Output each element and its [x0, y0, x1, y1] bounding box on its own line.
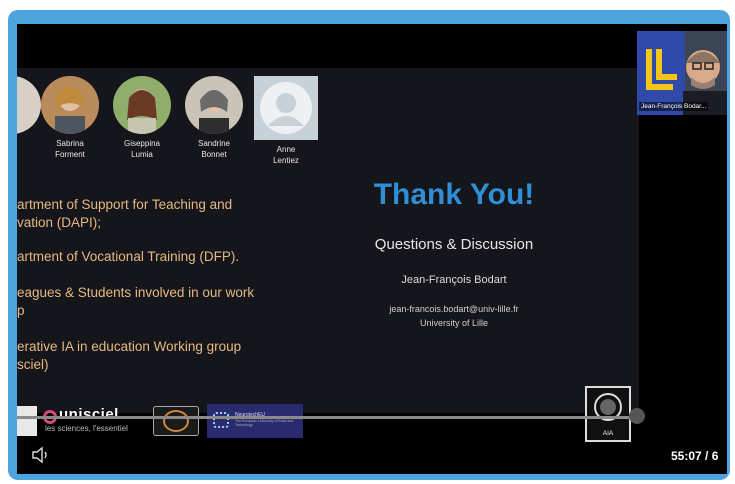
aia-label: AIA: [602, 430, 614, 437]
progress-fill: [17, 416, 633, 419]
aia-emblem-icon: [594, 393, 622, 421]
contributor-name: Sandrine Bonnet: [197, 139, 231, 159]
progress-scrubber[interactable]: [629, 408, 645, 424]
bullet-line: erative IA in education Working group: [17, 339, 242, 354]
volume-icon[interactable]: [31, 446, 51, 464]
screenshot-frame: Sabrina Forment Giseppina Lumia Sandrine Bo…: [0, 0, 735, 484]
aia-logo-badge: AIA: [585, 386, 631, 442]
neurotech-logo: NeurotechEU The European University of B…: [207, 404, 303, 438]
bullet-line: vation (DAPI);: [17, 215, 102, 230]
author-affiliation: University of Lille: [419, 318, 489, 328]
contributor-name: Sabrina Forment: [55, 139, 85, 159]
bullet-line: artment of Support for Teaching and: [17, 197, 233, 212]
unisciel-logo: unisciel les sciences, l'essentiel: [43, 406, 128, 433]
contributor-name: Anne Lentiez: [273, 145, 299, 165]
contributor-photo: [113, 76, 171, 134]
author-email: jean-francois.bodart@univ-lille.fr: [389, 304, 519, 314]
contributor-name: Giseppina Lumia: [123, 139, 161, 159]
neurotech-icon: [213, 412, 229, 428]
partner-logos: unisciel les sciences, l'essentiel Neuro…: [17, 402, 317, 442]
contributors-row: Sabrina Forment Giseppina Lumia Sandrine Bo…: [17, 76, 337, 186]
contributor-photo: [185, 76, 243, 134]
circle-icon: [163, 410, 189, 432]
author-name: Jean-François Bodart: [401, 274, 507, 286]
contributor-card: Sandrine Bonnet: [179, 76, 249, 160]
bullet-line: sciel): [17, 357, 49, 372]
bullet-line: eagues & Students involved in our work: [17, 285, 255, 300]
progress-bar[interactable]: [17, 416, 639, 419]
bullet-line: p: [17, 303, 25, 318]
partial-logo: [17, 406, 37, 436]
video-player[interactable]: Sabrina Forment Giseppina Lumia Sandrine Bo…: [17, 24, 727, 474]
playback-time: 55:07 / 6: [671, 449, 719, 463]
contributor-card: Sabrina Forment: [35, 76, 105, 160]
slide-title: Thank You!: [373, 178, 535, 211]
presentation-slide: Sabrina Forment Giseppina Lumia Sandrine Bo…: [17, 68, 639, 438]
participant-name-label: Jean-François Bodar...: [639, 102, 709, 111]
bullet-line: artment of Vocational Training (DFP).: [17, 249, 240, 264]
webcam-thumbnail[interactable]: Jean-François Bodar...: [637, 31, 727, 115]
circle-logo: [153, 406, 199, 436]
contributor-card: Giseppina Lumia: [107, 76, 177, 160]
contributor-card: Anne Lentiez: [251, 76, 321, 166]
contributor-photo: [41, 76, 99, 134]
slide-subtitle: Questions & Discussion: [374, 236, 534, 253]
contributor-photo-placeholder: [254, 76, 318, 140]
